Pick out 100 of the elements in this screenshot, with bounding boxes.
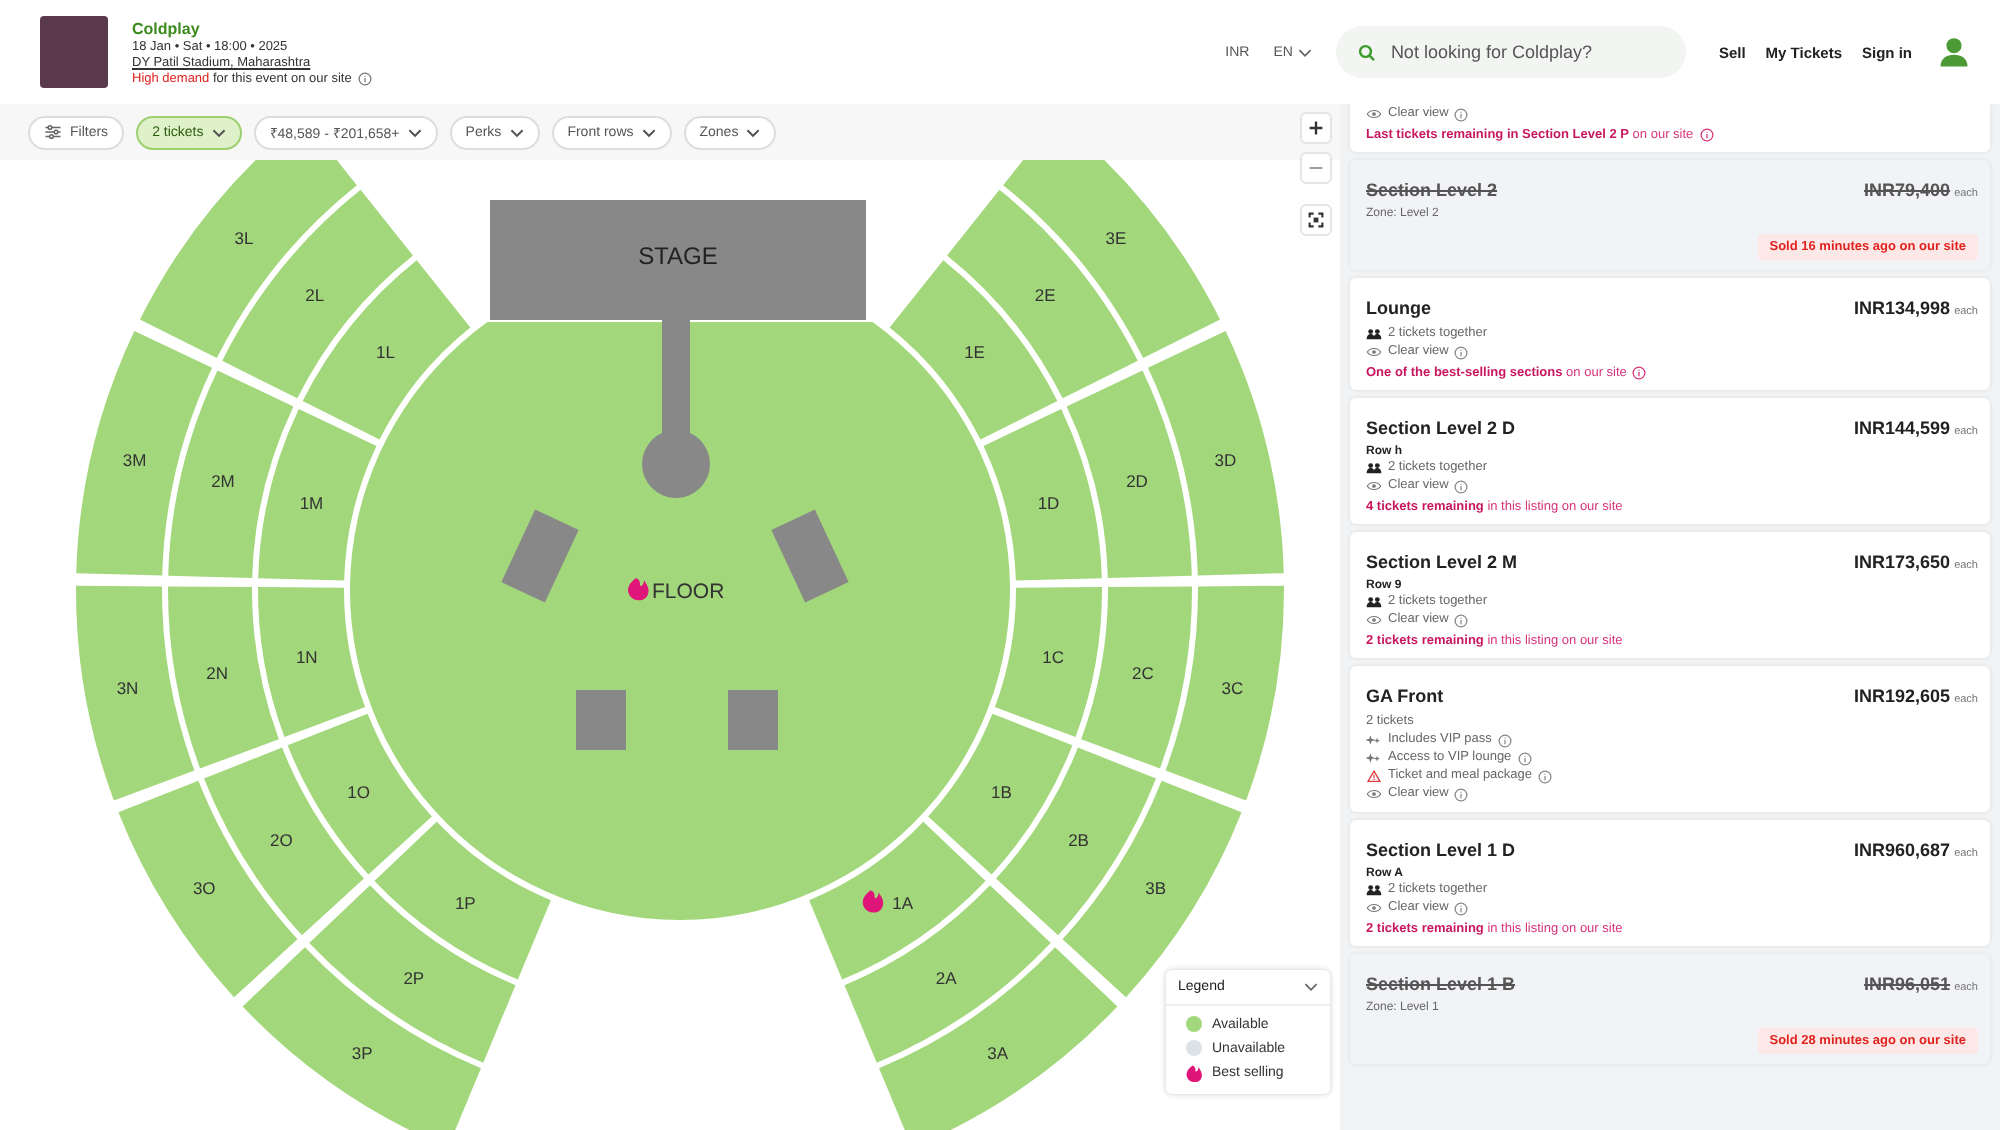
caret-icon [211,127,226,137]
seating-section[interactable] [1165,585,1284,801]
seating-section[interactable] [1066,370,1192,579]
people-icon [1366,596,1382,608]
section-title: Section Level 2 D [1366,418,1516,438]
seating-section[interactable] [889,260,1058,440]
seating-section[interactable] [222,189,413,399]
people-icon [1366,462,1382,474]
seating-section[interactable] [1062,780,1242,998]
section-label: 2M [211,471,235,492]
seating-section[interactable] [928,713,1073,875]
info-icon[interactable] [1454,787,1469,801]
seating-section[interactable] [76,330,213,576]
search-field[interactable]: Not looking for Coldplay? [1336,26,1687,78]
section-label: 2D [1126,471,1148,492]
section-label: 1L [376,342,395,363]
eye-icon [1366,902,1382,914]
seating-section[interactable] [118,780,298,998]
info-icon[interactable] [1454,479,1469,493]
section-label: 1A [892,893,914,914]
caret-icon [509,127,524,137]
seating-section[interactable] [374,821,551,980]
section-label: 2A [935,968,957,989]
info-icon[interactable] [1454,901,1469,915]
seating-section[interactable] [1147,330,1284,576]
fit-view-icon [1308,212,1324,228]
search-icon [1358,44,1377,62]
floor-area[interactable] [350,322,1010,920]
section-label: 3O [192,878,216,899]
info-icon[interactable] [1699,128,1714,142]
section-label: 3M [122,450,147,471]
sparkle-icon [1366,752,1382,764]
section-label: 2P [403,968,425,989]
stage-label: STAGE [638,242,718,270]
ticket-price: INR96,051 [1864,974,1951,994]
section-label: 3A [987,1043,1009,1064]
info-icon[interactable] [357,71,372,85]
seating-section[interactable] [947,189,1138,399]
caret-icon [641,127,656,137]
section-label: 3C [1221,678,1244,699]
seating-section[interactable] [258,409,377,581]
seating-section[interactable] [168,586,279,769]
eye-icon [1366,108,1382,120]
people-icon [1366,884,1382,896]
section-label: 2N [206,662,228,683]
seating-section[interactable] [139,160,357,359]
section-label: 2O [270,830,293,851]
seating-section[interactable] [1003,160,1221,359]
section-label: 3E [1105,227,1127,248]
flame-icon [862,890,884,913]
available-dot-icon [1186,1016,1202,1032]
info-icon[interactable] [1454,107,1469,121]
seating-section[interactable] [983,409,1102,581]
people-icon [1366,328,1382,340]
eye-icon [1366,346,1382,358]
seating-section[interactable] [302,260,471,440]
zoom-in-button[interactable] [1300,112,1332,144]
seating-section[interactable] [309,885,516,1063]
section-label: 2E [1034,285,1056,306]
caret-icon[interactable] [1304,982,1318,992]
section-title: GA Front [1366,686,1444,706]
unavailable-dot-icon [1186,1040,1202,1056]
info-icon[interactable] [1538,769,1553,783]
user-avatar-icon[interactable] [1936,34,1972,70]
event-title: Coldplay [132,19,200,37]
platform-block [728,690,778,750]
section-label: 2L [305,285,325,306]
sliders-icon [44,124,62,140]
eye-icon [1366,614,1382,626]
seating-section[interactable] [879,947,1118,1130]
section-label: 3N [116,678,139,699]
info-icon[interactable] [1517,751,1532,765]
section-label: 1M [299,492,324,513]
info-icon[interactable] [1454,345,1469,359]
info-icon[interactable] [1497,733,1512,747]
seating-section[interactable] [242,947,481,1130]
section-label: 1B [991,781,1012,802]
seating-section[interactable] [994,587,1102,738]
info-icon[interactable] [1632,366,1647,380]
seating-section[interactable] [76,585,195,801]
section-title: Section Level 1 D [1366,840,1516,860]
plus-icon [1308,120,1324,136]
section-label: 1D [1037,492,1060,513]
warning-icon [1366,770,1382,782]
section-title: Lounge [1366,298,1431,318]
seating-section[interactable] [809,821,986,980]
section-label: 3P [351,1043,373,1064]
seating-section[interactable] [168,370,294,579]
section-label: 1P [454,893,476,914]
section-label: 2B [1068,830,1089,851]
seating-section[interactable] [844,885,1051,1063]
section-label: 1O [347,781,370,802]
section-title: Section Level 1 B [1366,974,1516,994]
seating-section[interactable] [1081,586,1192,769]
fit-view-button[interactable] [1300,204,1332,236]
caret-icon [407,127,422,137]
seating-section[interactable] [258,587,366,738]
section-title: Section Level 2 M [1366,552,1518,572]
info-icon[interactable] [1454,613,1469,627]
ticket-price: INR960,687 [1854,840,1951,860]
